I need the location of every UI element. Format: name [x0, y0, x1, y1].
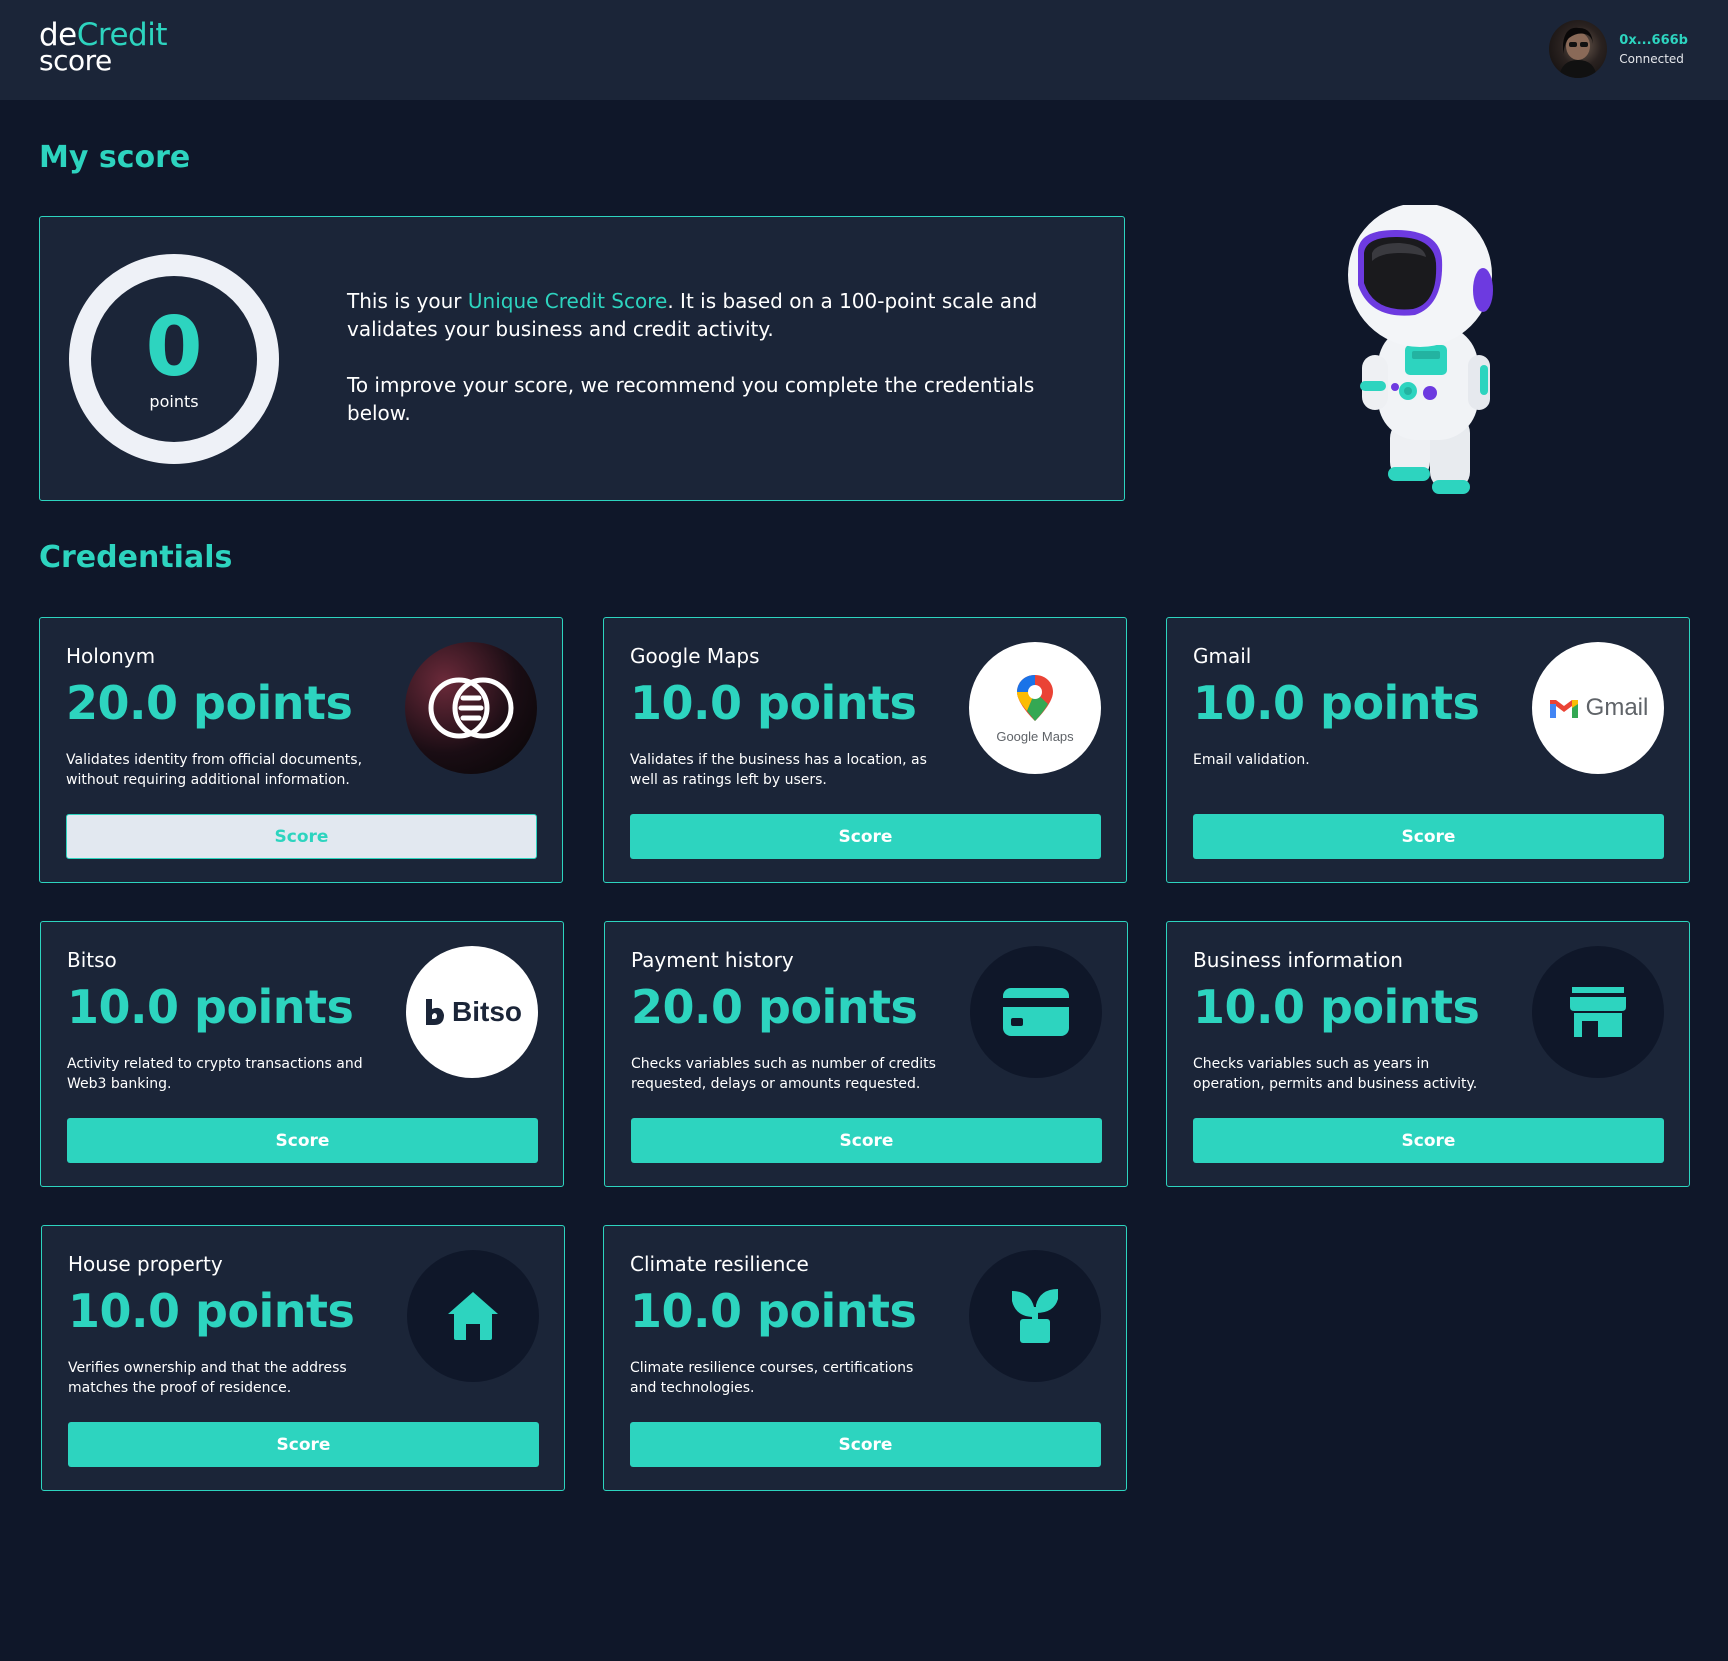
credential-points: 10.0 points	[1193, 676, 1480, 730]
credential-description: Validates identity from official documen…	[66, 752, 363, 788]
credential-description: Verifies ownership and that the address …	[68, 1360, 347, 1396]
credential-description: Climate resilience courses, certificatio…	[630, 1360, 914, 1396]
wallet-account[interactable]: 0x...666b Connected	[1549, 20, 1688, 78]
credential-name: Gmail	[1193, 644, 1252, 668]
score-button-google-maps[interactable]: Score	[630, 814, 1101, 859]
gmail-logo-text: Gmail	[1585, 694, 1649, 721]
credential-card-bitso: Bitso 10.0 points Activity related to cr…	[40, 921, 564, 1187]
unique-credit-score-link[interactable]: Unique Credit Score	[468, 289, 667, 313]
astronaut-illustration	[1320, 203, 1520, 515]
score-button-business-information[interactable]: Score	[1193, 1118, 1664, 1163]
credential-card-payment-history: Payment history 20.0 points Checks varia…	[604, 921, 1128, 1187]
score-panel: 0 points This is your Unique Credit Scor…	[39, 216, 1125, 501]
credential-points: 10.0 points	[630, 1284, 917, 1338]
home-icon	[407, 1250, 539, 1382]
credential-points: 20.0 points	[66, 676, 353, 730]
google-maps-logo-icon: Google Maps	[969, 642, 1101, 774]
credential-description: Checks variables such as years in operat…	[1193, 1056, 1478, 1092]
score-button-climate-resilience[interactable]: Score	[630, 1422, 1101, 1467]
score-recommendation: To improve your score, we recommend you …	[347, 373, 1035, 425]
score-text-prefix: This is your	[347, 289, 468, 313]
wallet-address: 0x...666b	[1619, 32, 1688, 48]
avatar[interactable]	[1549, 20, 1608, 78]
credential-name: Business information	[1193, 948, 1403, 972]
credential-points: 10.0 points	[67, 980, 354, 1034]
credential-name: Climate resilience	[630, 1252, 809, 1276]
credentials-title: Credentials	[39, 540, 233, 575]
credential-name: Bitso	[67, 948, 117, 972]
credential-card-holonym: Holonym 20.0 points Validates identity f…	[39, 617, 563, 883]
google-maps-logo-text: Google Maps	[996, 728, 1074, 744]
credential-description: Validates if the business has a location…	[630, 752, 927, 788]
credential-description: Email validation.	[1193, 752, 1310, 768]
score-description: This is your Unique Credit Score. It is …	[347, 287, 1067, 427]
store-icon	[1532, 946, 1664, 1078]
score-button-gmail[interactable]: Score	[1193, 814, 1664, 859]
score-button-holonym[interactable]: Score	[66, 814, 537, 859]
score-ring: 0 points	[69, 254, 279, 464]
credential-points: 10.0 points	[68, 1284, 355, 1338]
credential-card-house-property: House property 10.0 points Verifies owne…	[41, 1225, 565, 1491]
score-button-bitso[interactable]: Score	[67, 1118, 538, 1163]
credential-points: 20.0 points	[631, 980, 918, 1034]
credential-card-business-information: Business information 10.0 points Checks …	[1166, 921, 1690, 1187]
bitso-logo-icon: Bitso	[406, 946, 538, 1078]
holonym-logo-icon	[405, 642, 537, 774]
credential-points: 10.0 points	[1193, 980, 1480, 1034]
my-score-title: My score	[39, 140, 191, 175]
credential-name: House property	[68, 1252, 223, 1276]
sprout-icon	[969, 1250, 1101, 1382]
score-button-payment-history[interactable]: Score	[631, 1118, 1102, 1163]
credential-card-climate-resilience: Climate resilience 10.0 points Climate r…	[603, 1225, 1127, 1491]
credential-description: Activity related to crypto transactions …	[67, 1056, 363, 1092]
score-unit: points	[149, 391, 199, 411]
credential-card-gmail: Gmail 10.0 points Email validation. Gmai…	[1166, 617, 1690, 883]
credential-card-google-maps: Google Maps 10.0 points Validates if the…	[603, 617, 1127, 883]
credential-name: Google Maps	[630, 644, 760, 668]
credential-description: Checks variables such as number of credi…	[631, 1056, 936, 1092]
score-value: 0	[145, 299, 203, 395]
credential-name: Payment history	[631, 948, 794, 972]
decredit-logo[interactable]: deCredit score	[39, 20, 167, 75]
top-bar: deCredit score 0x...666b Connected	[0, 0, 1728, 100]
credential-points: 10.0 points	[630, 676, 917, 730]
credential-name: Holonym	[66, 644, 156, 668]
wallet-status: Connected	[1619, 51, 1684, 66]
score-button-house-property[interactable]: Score	[68, 1422, 539, 1467]
bitso-logo-text: Bitso	[452, 996, 522, 1027]
credit-card-icon	[970, 946, 1102, 1078]
gmail-logo-icon: Gmail	[1532, 642, 1664, 774]
